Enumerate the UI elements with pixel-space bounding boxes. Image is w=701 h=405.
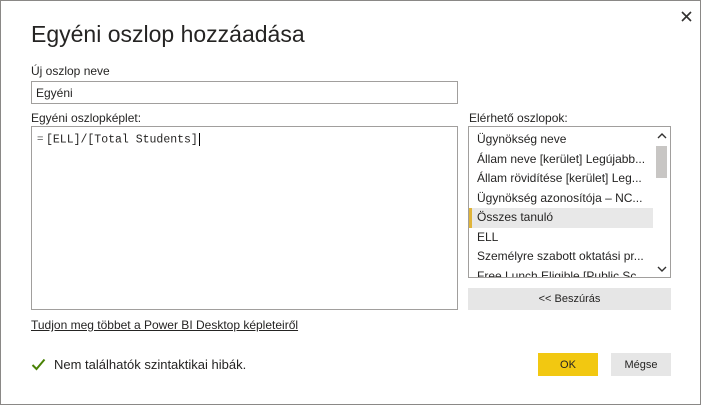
new-column-name-input[interactable] bbox=[31, 81, 458, 104]
status-message: Nem találhatók szintaktikai hibák. bbox=[31, 357, 246, 372]
column-list-item[interactable]: ELL bbox=[469, 228, 655, 248]
status-text: Nem találhatók szintaktikai hibák. bbox=[54, 357, 247, 372]
column-list-item[interactable]: Ügynökség azonosítója – NC... bbox=[469, 189, 655, 209]
column-list-item[interactable]: Összes tanuló bbox=[469, 208, 655, 228]
formula-equals-sign: = bbox=[37, 133, 44, 145]
close-button[interactable] bbox=[675, 5, 697, 27]
scroll-down-button[interactable] bbox=[653, 260, 670, 277]
chevron-up-icon bbox=[657, 132, 666, 138]
checkmark-icon bbox=[31, 358, 46, 371]
formula-expression: [ELL]/[Total Students] bbox=[46, 133, 198, 147]
ok-button[interactable]: OK bbox=[538, 353, 598, 376]
dialog-title: Egyéni oszlop hozzáadása bbox=[31, 21, 305, 47]
custom-formula-editor[interactable]: = [ELL]/[Total Students] bbox=[31, 126, 458, 310]
cancel-button[interactable]: Mégse bbox=[611, 353, 671, 376]
column-list-item[interactable]: Állam neve [kerület] Legújabb... bbox=[469, 150, 655, 170]
column-list-item[interactable]: Ügynökség neve bbox=[469, 130, 655, 150]
column-list-item[interactable]: Free Lunch Eligible [Public Sc... bbox=[469, 267, 655, 278]
add-custom-column-dialog: Egyéni oszlop hozzáadása Új oszlop neve … bbox=[0, 0, 701, 405]
scroll-up-button[interactable] bbox=[653, 127, 670, 144]
available-columns-list[interactable]: Ügynökség neve Állam neve [kerület] Legúj… bbox=[468, 126, 671, 278]
column-list-item[interactable]: Személyre szabott oktatási pr... bbox=[469, 247, 655, 267]
text-caret bbox=[198, 133, 200, 146]
learn-more-link[interactable]: Tudjon meg többet a Power BI Desktop kép… bbox=[31, 318, 298, 332]
custom-formula-label: Egyéni oszlopképlet: bbox=[31, 111, 142, 125]
new-column-name-label: Új oszlop neve bbox=[31, 64, 110, 78]
column-list-item[interactable]: Állam rövidítése [kerület] Leg... bbox=[469, 169, 655, 189]
formula-text: [ELL]/[Total Students] bbox=[46, 133, 200, 147]
close-icon bbox=[680, 10, 692, 22]
scroll-thumb[interactable] bbox=[656, 146, 667, 178]
list-scrollbar[interactable] bbox=[653, 127, 670, 277]
available-columns-label: Elérhető oszlopok: bbox=[469, 111, 568, 125]
insert-button[interactable]: << Beszúrás bbox=[468, 288, 671, 310]
available-columns-items: Ügynökség neve Állam neve [kerület] Legúj… bbox=[469, 130, 655, 278]
chevron-down-icon bbox=[657, 266, 666, 272]
